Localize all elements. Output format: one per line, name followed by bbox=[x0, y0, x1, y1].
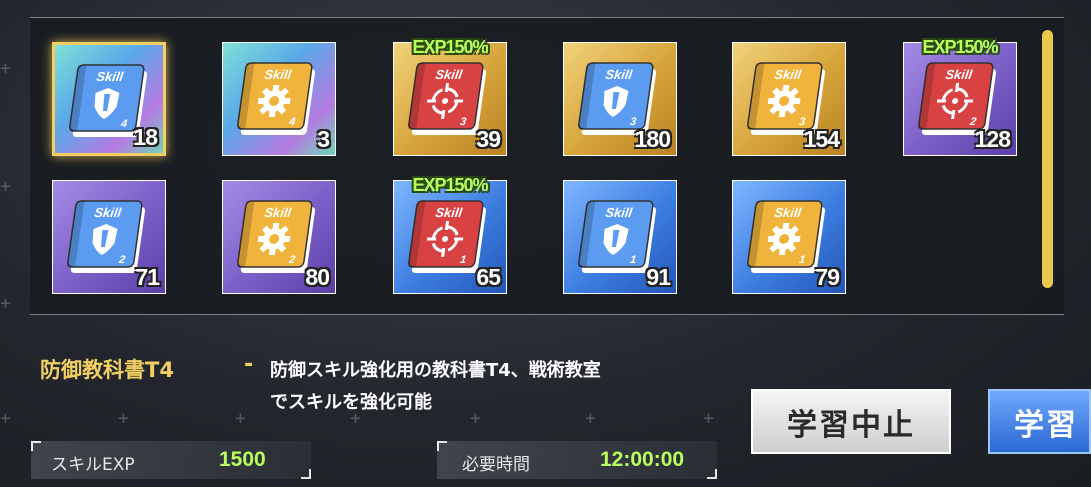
item-quantity: 18 bbox=[133, 124, 158, 150]
plus-decoration: + bbox=[0, 408, 11, 429]
item-quantity: 79 bbox=[815, 264, 840, 290]
description-line: でスキルを強化可能 bbox=[270, 392, 432, 413]
skill-book-item[interactable]: Skill 3 154 bbox=[732, 42, 846, 156]
skill-label: Skill bbox=[773, 67, 802, 82]
title-separator: - bbox=[244, 352, 254, 377]
skill-book-item[interactable]: Skill 1 79 bbox=[732, 180, 846, 294]
skill-book-item[interactable]: Skill 4 18 bbox=[52, 42, 166, 156]
skill-book-item[interactable]: Skill 4 3 bbox=[222, 42, 336, 156]
frame-corner bbox=[437, 441, 447, 451]
skill-book-item[interactable]: Skill 2 71 bbox=[52, 180, 166, 294]
plus-decoration: + bbox=[0, 293, 11, 314]
exp-bonus-badge: EXP150% bbox=[922, 37, 998, 57]
required-time-stat: 必要時間 12:00:00 bbox=[437, 441, 717, 479]
skill-label: Skill bbox=[263, 205, 292, 220]
skill-exp-stat: スキルEXP 1500 bbox=[31, 441, 311, 479]
skill-label: Skill bbox=[944, 67, 973, 82]
support-skill-book-icon: Skill4 bbox=[237, 62, 316, 135]
skill-book-item[interactable]: Skill 2 EXP150% 128 bbox=[903, 37, 1017, 156]
item-quantity: 3 bbox=[317, 126, 330, 152]
description-line: 防御スキル強化用の教科書T4、戦術教室 bbox=[270, 360, 601, 381]
item-description: 防御スキル強化用の教科書T4、戦術教室 でスキルを強化可能 bbox=[270, 355, 740, 419]
skill-book-item[interactable]: Skill 3 180 bbox=[563, 42, 677, 156]
scrollbar[interactable] bbox=[1042, 30, 1053, 288]
skill-label: Skill bbox=[93, 205, 122, 220]
item-quantity: 91 bbox=[646, 264, 671, 290]
skill-label: Skill bbox=[95, 69, 124, 84]
skill-label: Skill bbox=[263, 67, 292, 82]
frame-corner bbox=[301, 469, 311, 479]
item-grid-panel: Skill 4 18 Skill 4 3 Skill 3 EXP150% 39 Skill 3 180 S… bbox=[30, 17, 1064, 315]
skill-label: Skill bbox=[434, 67, 463, 82]
plus-decoration: + bbox=[118, 408, 129, 429]
frame-corner bbox=[707, 469, 717, 479]
skill-label: Skill bbox=[773, 205, 802, 220]
item-quantity: 39 bbox=[476, 126, 501, 152]
frame-corner bbox=[31, 441, 41, 451]
item-quantity: 128 bbox=[974, 126, 1011, 152]
plus-decoration: + bbox=[0, 58, 11, 79]
skill-book-item[interactable]: Skill 3 EXP150% 39 bbox=[393, 37, 507, 156]
item-quantity: 71 bbox=[135, 264, 160, 290]
item-title: 防御教科書T4 bbox=[40, 358, 174, 382]
stop-learning-button[interactable]: 学習中止 bbox=[751, 389, 951, 454]
item-quantity: 80 bbox=[305, 264, 330, 290]
learn-button[interactable]: 学習 bbox=[988, 389, 1091, 454]
skill-book-item[interactable]: Skill 2 80 bbox=[222, 180, 336, 294]
exp-bonus-badge: EXP150% bbox=[412, 37, 488, 57]
item-quantity: 180 bbox=[634, 126, 671, 152]
required-time-label: 必要時間 bbox=[462, 455, 530, 475]
skill-book-item[interactable]: Skill 1 91 bbox=[563, 180, 677, 294]
skill-label: Skill bbox=[604, 205, 633, 220]
skill-exp-value: 1500 bbox=[219, 448, 266, 471]
skill-label: Skill bbox=[434, 205, 463, 220]
skill-book-item[interactable]: Skill 1 EXP150% 65 bbox=[393, 175, 507, 294]
exp-bonus-badge: EXP150% bbox=[412, 175, 488, 195]
item-quantity: 65 bbox=[476, 264, 501, 290]
plus-decoration: + bbox=[0, 176, 11, 197]
item-quantity: 154 bbox=[803, 126, 840, 152]
skill-label: Skill bbox=[604, 67, 633, 82]
required-time-value: 12:00:00 bbox=[600, 448, 685, 471]
plus-decoration: + bbox=[235, 408, 246, 429]
skill-exp-label: スキルEXP bbox=[51, 455, 135, 475]
